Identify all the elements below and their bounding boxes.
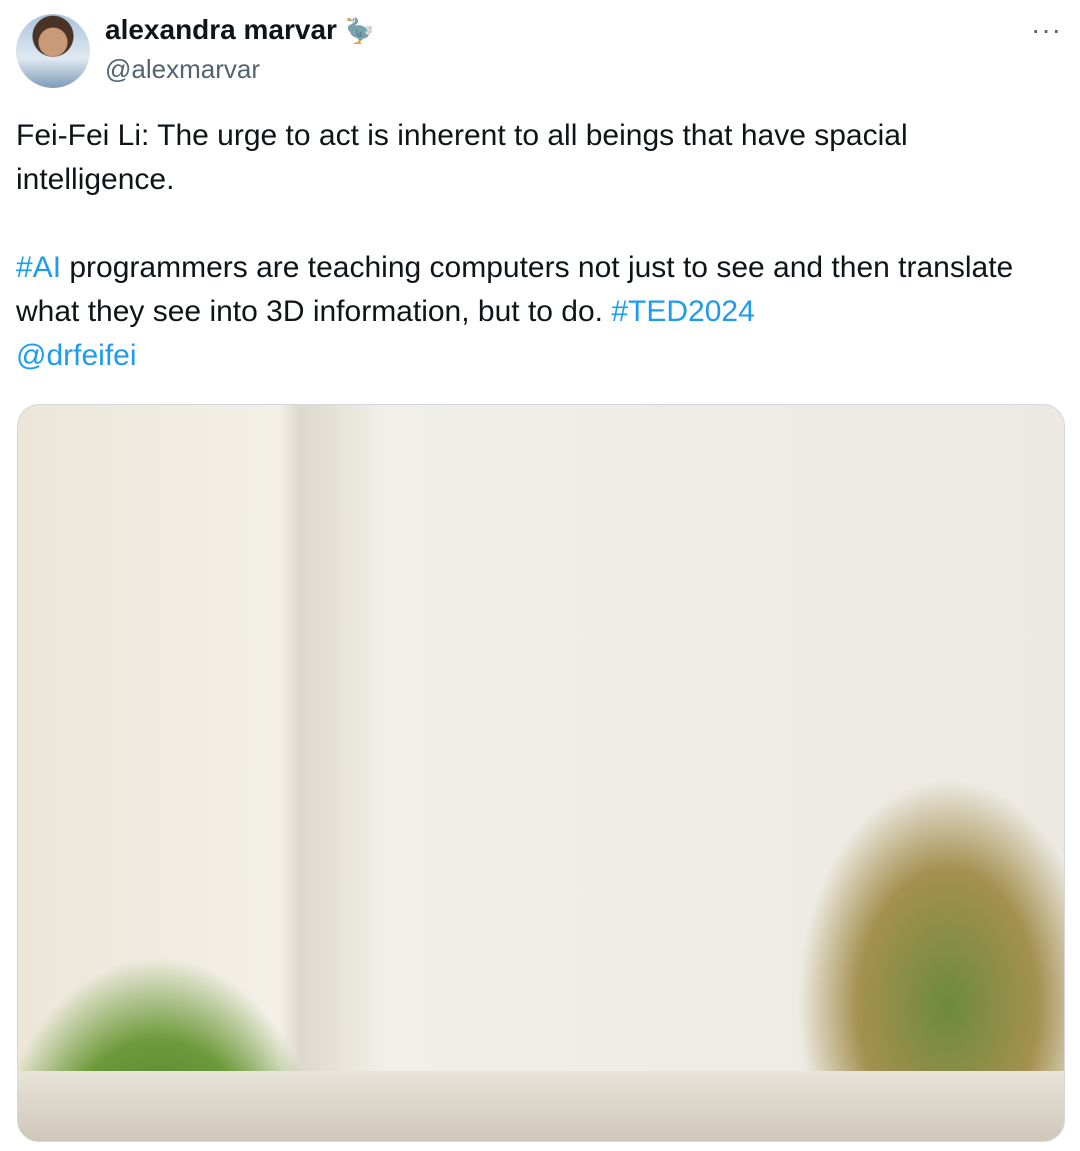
dodo-icon: 🦤 <box>344 18 375 45</box>
tweet-line1: Fei-Fei Li: The urge to act is inherent … <box>16 119 908 196</box>
author-handle[interactable]: @alexmarvar <box>105 54 260 85</box>
hashtag-ai[interactable]: #AI <box>16 251 61 284</box>
tweet-body: programmers are teaching computers not j… <box>16 251 1014 328</box>
hashtag-ted2024[interactable]: #TED2024 <box>611 295 754 328</box>
avatar[interactable] <box>16 14 90 88</box>
windowsill <box>18 1071 1064 1141</box>
author-name[interactable]: alexandra marvar 🦤 <box>105 14 375 46</box>
more-options-icon[interactable]: ··· <box>1031 14 1062 46</box>
mention-drfeifei[interactable]: @drfeifei <box>16 339 137 372</box>
tweet-image[interactable] <box>17 404 1065 1142</box>
tweet-text: Fei-Fei Li: The urge to act is inherent … <box>16 114 1056 378</box>
author-name-text: alexandra marvar <box>105 14 337 45</box>
